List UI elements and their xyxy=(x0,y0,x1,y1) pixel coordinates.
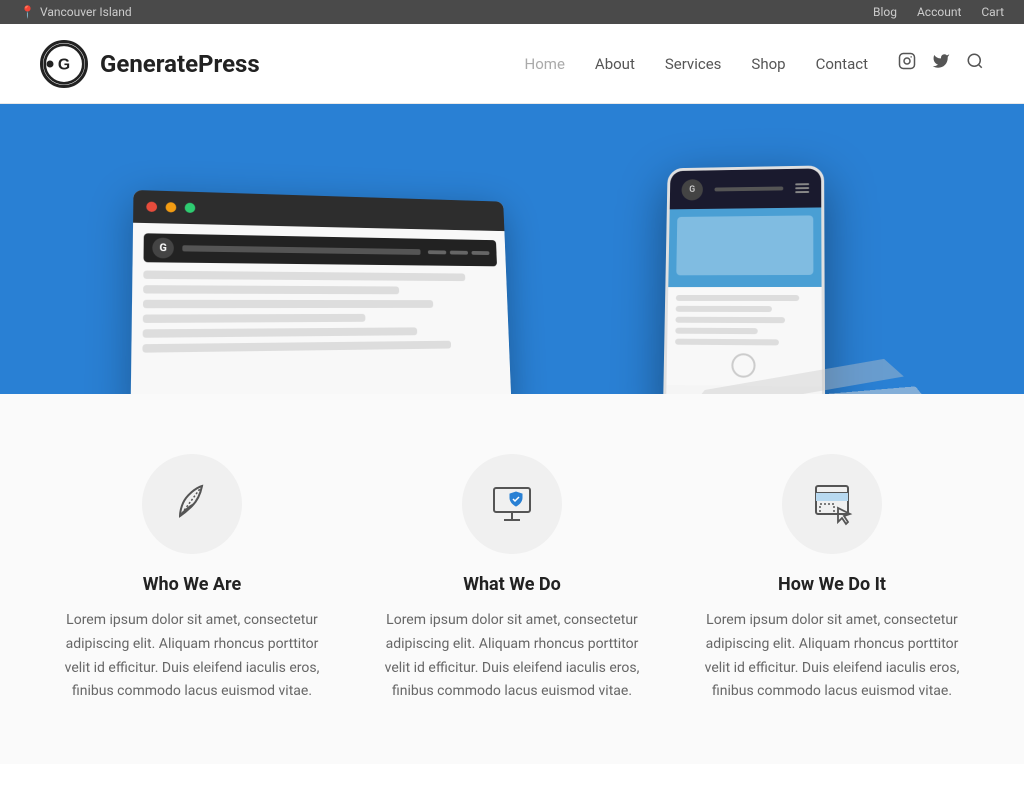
feather-icon xyxy=(166,478,218,530)
nav-home[interactable]: Home xyxy=(525,55,565,73)
phone-mockup: G xyxy=(663,165,825,394)
site-logo[interactable]: G GeneratePress xyxy=(40,40,260,88)
who-icon-circle xyxy=(142,454,242,554)
features-section: Who We Are Lorem ipsum dolor sit amet, c… xyxy=(0,394,1024,764)
main-nav: Home About Services Shop Contact xyxy=(525,52,984,75)
account-link[interactable]: Account xyxy=(917,5,961,19)
nav-shop[interactable]: Shop xyxy=(751,55,785,73)
logo-icon: G xyxy=(40,40,88,88)
site-header: G GeneratePress Home About Services Shop… xyxy=(0,24,1024,104)
who-title: Who We Are xyxy=(143,574,241,595)
location-pin-icon: 📍 xyxy=(20,5,35,19)
browser-dot-red xyxy=(146,202,157,212)
cursor-document-icon xyxy=(806,478,858,530)
hero-section: G xyxy=(0,104,1024,394)
who-desc: Lorem ipsum dolor sit amet, consectetur … xyxy=(62,609,322,704)
logo-svg: G xyxy=(43,40,85,88)
feature-card-how: How We Do It Lorem ipsum dolor sit amet,… xyxy=(702,454,962,704)
search-icon[interactable] xyxy=(966,52,984,75)
how-icon-circle xyxy=(782,454,882,554)
bottom-bg xyxy=(0,764,1024,804)
browser-mockup: G xyxy=(130,190,511,394)
top-bar: 📍 Vancouver Island Blog Account Cart xyxy=(0,0,1024,24)
instagram-icon[interactable] xyxy=(898,52,916,75)
location-text: Vancouver Island xyxy=(40,5,132,19)
what-icon-circle xyxy=(462,454,562,554)
how-title: How We Do It xyxy=(778,574,886,595)
nav-about[interactable]: About xyxy=(595,55,635,73)
browser-content: G xyxy=(130,223,511,394)
cart-link[interactable]: Cart xyxy=(981,5,1004,19)
phone-top-bar: G xyxy=(670,168,822,209)
nav-contact[interactable]: Contact xyxy=(816,55,868,73)
browser-content-lines xyxy=(142,271,500,353)
logo-text: GeneratePress xyxy=(100,50,260,78)
phone-content-area xyxy=(668,207,821,287)
monitor-shield-icon xyxy=(486,478,538,530)
phone-home-button xyxy=(731,353,755,378)
feature-card-who: Who We Are Lorem ipsum dolor sit amet, c… xyxy=(62,454,322,704)
features-grid: Who We Are Lorem ipsum dolor sit amet, c… xyxy=(62,454,962,704)
what-title: What We Do xyxy=(463,574,561,595)
feature-card-what: What We Do Lorem ipsum dolor sit amet, c… xyxy=(382,454,642,704)
how-desc: Lorem ipsum dolor sit amet, consectetur … xyxy=(702,609,962,704)
what-desc: Lorem ipsum dolor sit amet, consectetur … xyxy=(382,609,642,704)
phone-logo: G xyxy=(681,179,703,200)
browser-dot-yellow xyxy=(166,202,177,212)
phone-lower xyxy=(666,287,821,387)
browser-logo: G xyxy=(152,238,174,259)
svg-text:G: G xyxy=(58,56,70,73)
twitter-icon[interactable] xyxy=(932,52,950,75)
nav-services[interactable]: Services xyxy=(665,55,722,73)
top-bar-location: 📍 Vancouver Island xyxy=(20,5,132,19)
browser-nav-bar: G xyxy=(143,233,497,266)
browser-dot-green xyxy=(185,203,196,213)
hero-illustration: G xyxy=(0,104,1024,394)
top-bar-links: Blog Account Cart xyxy=(873,5,1004,19)
nav-social-icons xyxy=(898,52,984,75)
phone-content-box xyxy=(676,215,813,275)
blog-link[interactable]: Blog xyxy=(873,5,897,19)
